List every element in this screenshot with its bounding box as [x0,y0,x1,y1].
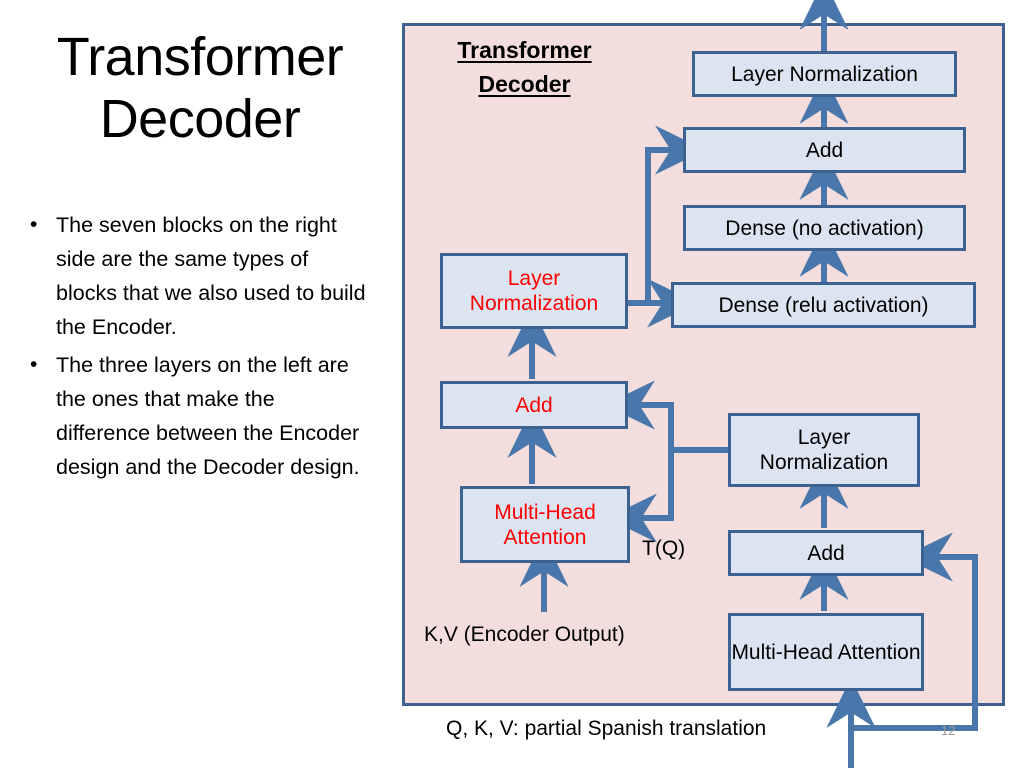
block-layer-normalization-top[interactable]: Layer Normalization [692,51,957,97]
block-add-top[interactable]: Add [683,127,966,173]
label-qkv-partial-spanish-translation: Q, K, V: partial Spanish translation [446,717,767,740]
block-layer-normalization-left[interactable]: Layer Normalization [440,253,628,329]
diagram-title: Transformer Decoder [457,37,592,97]
block-dense-no-activation[interactable]: Dense (no activation) [683,205,966,251]
list-item: • The seven blocks on the right side are… [22,208,374,344]
bullet-text: The three layers on the left are the one… [56,353,360,479]
block-dense-relu-activation[interactable]: Dense (relu activation) [671,282,976,328]
block-add-bottom[interactable]: Add [728,530,924,576]
page-title: Transformer Decoder [56,27,344,149]
label-tq: T(Q) [642,537,686,560]
label-kv-encoder-output: K,V (Encoder Output) [424,623,625,646]
list-item: • The three layers on the left are the o… [22,348,374,484]
bullet-text: The seven blocks on the right side are t… [56,213,366,339]
bullet-marker-icon: • [30,353,38,376]
block-multi-head-attention-left[interactable]: Multi-Head Attention [460,486,630,563]
slide-left-column: Transformer Decoder • The seven blocks o… [0,0,396,768]
block-layer-normalization-middle[interactable]: Layer Normalization [728,413,920,487]
diagram-panel [402,23,1005,706]
bullet-marker-icon: • [30,213,38,236]
block-multi-head-attention-bottom[interactable]: Multi-Head Attention [728,613,924,691]
block-add-left[interactable]: Add [440,381,628,429]
page-number: 12 [941,723,956,738]
bullet-list: • The seven blocks on the right side are… [22,208,374,488]
